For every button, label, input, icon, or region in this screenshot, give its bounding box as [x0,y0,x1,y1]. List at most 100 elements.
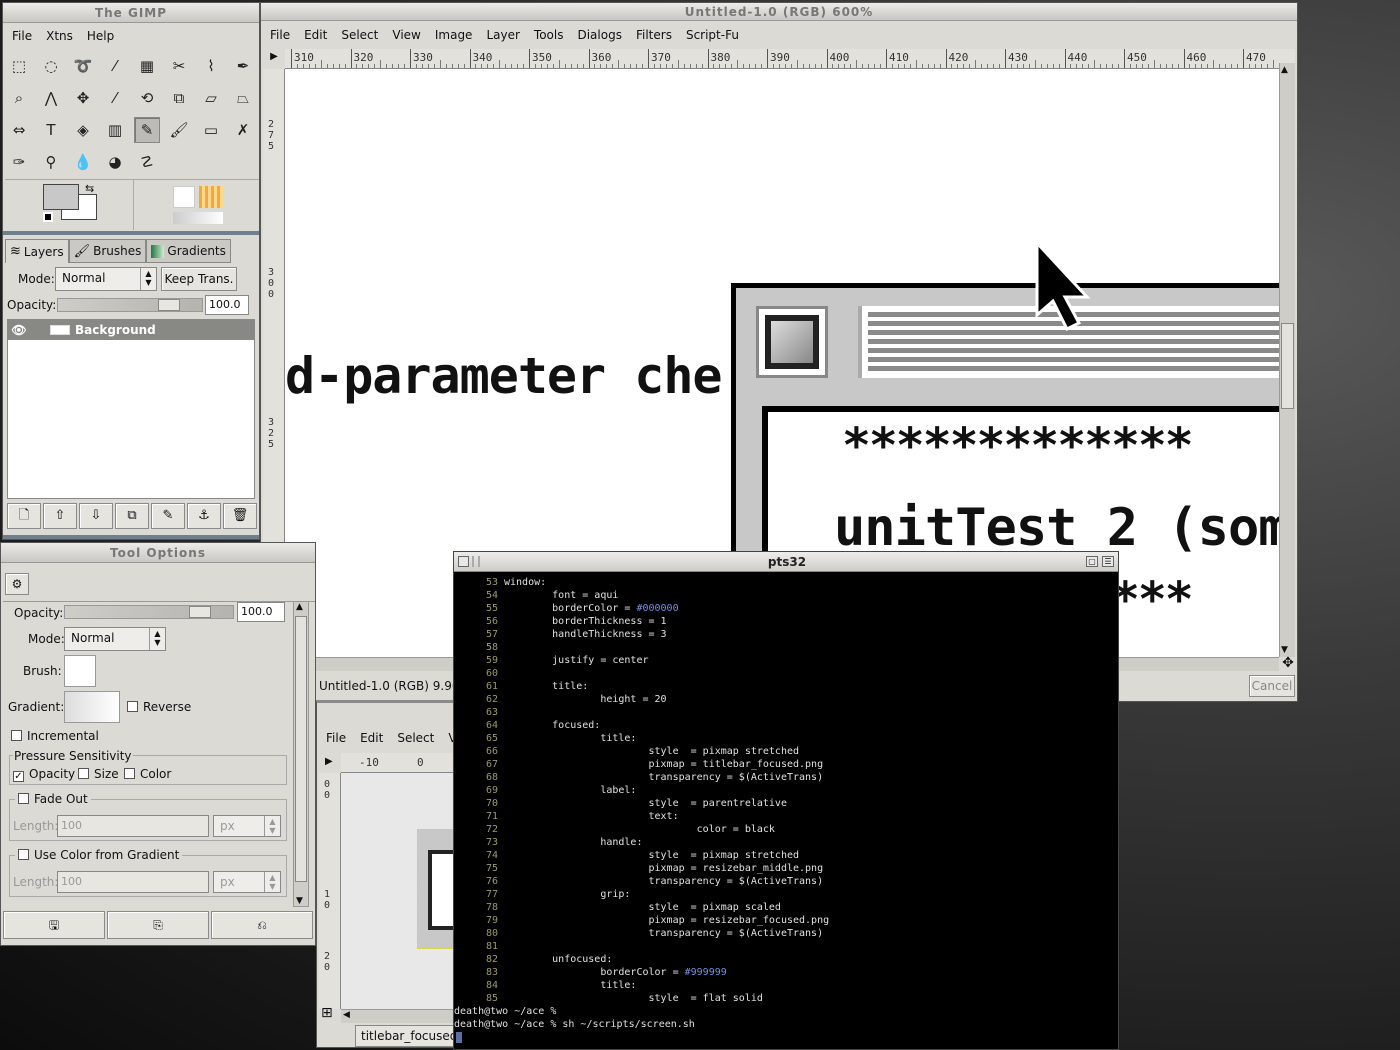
toolbox-menu-help[interactable]: Help [80,25,121,47]
edit-layer-button[interactable]: ✎ [151,503,185,529]
tab-brushes[interactable]: 🖌 Brushes [68,239,147,263]
tool-button-shear[interactable]: ▱ [198,85,224,111]
delete-options-button[interactable]: ⎌ [211,911,313,939]
save-options-button[interactable]: 🖫 [3,911,105,939]
gradient-unit-select[interactable]: px ▲ ▼ [213,871,281,893]
options-opacity-spin[interactable]: 100.0 [237,602,285,622]
tool-button-bucket-fill[interactable]: ◈ [70,117,96,143]
new-layer-button[interactable]: 🗋 [7,503,41,529]
image2-vertical-ruler[interactable]: 00 10 20 [319,773,341,1009]
toolbox-menu-xtns[interactable]: Xtns [39,25,80,47]
tool-button-flip[interactable]: ⇔ [6,117,32,143]
default-colors-icon[interactable] [43,212,53,222]
active-pattern-preview[interactable] [199,186,223,208]
image-menu-tools[interactable]: Tools [527,24,571,46]
tool-button-airbrush[interactable]: ✗ [230,117,256,143]
image-menu-edit[interactable]: Edit [297,24,334,46]
tool-button-blend[interactable]: ▥ [102,117,128,143]
tool-button-scale[interactable]: ⧉ [166,85,192,111]
pressure-size-checkbox[interactable]: Size [78,767,119,781]
tool-button-blur[interactable]: 💧 [70,149,96,175]
active-gradient-preview[interactable] [173,212,223,224]
image-menu-scriptfu[interactable]: Script-Fu [679,24,746,46]
ruler-corner-arrow[interactable]: ▶ [265,51,283,67]
tool-button-magnify[interactable]: ⌕ [6,85,32,111]
duplicate-layer-button[interactable]: ⧉ [115,503,149,529]
image2-menu-file[interactable]: File [319,727,353,749]
tool-button-dodge-burn[interactable]: ◕ [102,149,128,175]
options-scrollbar[interactable]: ▲ ▼ [293,601,309,907]
vertical-scrollbar[interactable]: ▲ ▼ [1279,63,1295,657]
foreground-color-swatch[interactable] [43,184,79,210]
tool-button-ellipse-select[interactable]: ◌ [38,53,64,79]
incremental-checkbox[interactable]: Incremental [11,729,99,743]
use-color-gradient-checkbox[interactable]: Use Color from Gradient [15,848,183,862]
fade-out-checkbox[interactable]: Fade Out [15,792,91,806]
tool-button-crop[interactable]: ⁄ [102,85,128,111]
gradient-length-spin[interactable]: 100 [57,871,209,893]
tool-button-paths[interactable]: ✒ [230,53,256,79]
tool-button-scissors[interactable]: ✂ [166,53,192,79]
delete-layer-button[interactable]: 🗑 [223,503,257,529]
tool-button-text[interactable]: T [38,117,64,143]
image-menu-view[interactable]: View [385,24,427,46]
tool-button-move[interactable]: ✥ [70,85,96,111]
tool-button-measure[interactable]: ⋀ [38,85,64,111]
gradient-preview[interactable] [64,691,120,723]
lower-layer-button[interactable]: ⇩ [79,503,113,529]
options-opacity-slider[interactable] [64,605,234,619]
tab-layers[interactable]: ≋ Layers [5,239,69,263]
terminal-maximize-button[interactable]: ▢ [1086,556,1098,567]
image2-horizontal-ruler[interactable]: -10 0 [341,753,455,773]
layers-opacity-spin[interactable]: 100.0 [205,295,249,315]
tool-button-rect-select[interactable]: ⬚ [6,53,32,79]
active-brush-preview[interactable] [173,186,195,208]
image-menu-file[interactable]: File [263,24,297,46]
reverse-checkbox[interactable]: Reverse [127,700,191,714]
image2-menu-select[interactable]: Select [390,727,441,749]
tab-gradients[interactable]: Gradients [146,239,231,263]
tool-options-menu-icon[interactable]: ⚙ [5,573,29,595]
image2-menu-edit[interactable]: Edit [353,727,390,749]
ruler2-corner-arrow[interactable]: ▶ [325,756,333,767]
visibility-eye-icon[interactable]: 👁 [8,323,30,337]
restore-options-button[interactable]: ⎘ [107,911,209,939]
options-mode-select[interactable]: Normal ▲ ▼ [64,627,166,651]
swap-colors-icon[interactable]: ⇆ [85,182,94,195]
image-menu-dialogs[interactable]: Dialogs [570,24,628,46]
anchor-layer-button[interactable]: ⚓ [187,503,221,529]
tool-button-fuzzy-select[interactable]: ⁄ [102,53,128,79]
tool-button-lasso[interactable]: ➰ [70,53,96,79]
image2-canvas[interactable] [341,773,455,1009]
fade-length-spin[interactable]: 100 [57,815,209,837]
layers-opacity-slider[interactable] [57,298,203,312]
tool-button-color-select[interactable]: ▦ [134,53,160,79]
navigate-icon[interactable]: ✥ [1279,655,1297,673]
toolbox-menu-file[interactable]: File [5,25,39,47]
layers-mode-select[interactable]: Normal ▲ ▼ [55,267,157,291]
image2-navigate-icon[interactable]: ⊞ [321,1005,333,1021]
fade-unit-select[interactable]: px ▲ ▼ [213,815,281,837]
keep-trans-button[interactable]: Keep Trans. [161,267,237,291]
cancel-button[interactable]: Cancel [1249,675,1295,697]
tool-button-pencil[interactable]: ✎ [134,117,160,143]
tool-button-clone[interactable]: ⚲ [38,149,64,175]
pressure-opacity-checkbox[interactable]: ✓ Opacity [13,767,75,782]
image-menu-image[interactable]: Image [428,24,480,46]
image-menu-select[interactable]: Select [334,24,385,46]
terminal-body[interactable]: 53 window: 54 font = aqui 55 borderColor = … [454,573,1118,1049]
tool-button-ink[interactable]: ✑ [6,149,32,175]
raise-layer-button[interactable]: ⇧ [43,503,77,529]
pressure-color-checkbox[interactable]: Color [124,767,171,781]
tool-button-eraser[interactable]: ▭ [198,117,224,143]
tool-button-foreground-select[interactable]: ⌇ [198,53,224,79]
layer-row-background[interactable]: 👁 Background [8,320,254,340]
tool-button-rotate[interactable]: ⟲ [134,85,160,111]
image-menu-filters[interactable]: Filters [629,24,679,46]
tool-button-paintbrush[interactable]: 🖌 [166,117,192,143]
image2-tab[interactable]: titlebar_focused [355,1025,455,1047]
tool-button-smudge[interactable]: ☡ [134,149,160,175]
image-menu-layer[interactable]: Layer [479,24,526,46]
tool-button-perspective[interactable]: ⏢ [230,85,256,111]
horizontal-ruler[interactable]: 310 320 330 340 350 360 370 380 390 400 410 420 430 4… [285,49,1295,69]
